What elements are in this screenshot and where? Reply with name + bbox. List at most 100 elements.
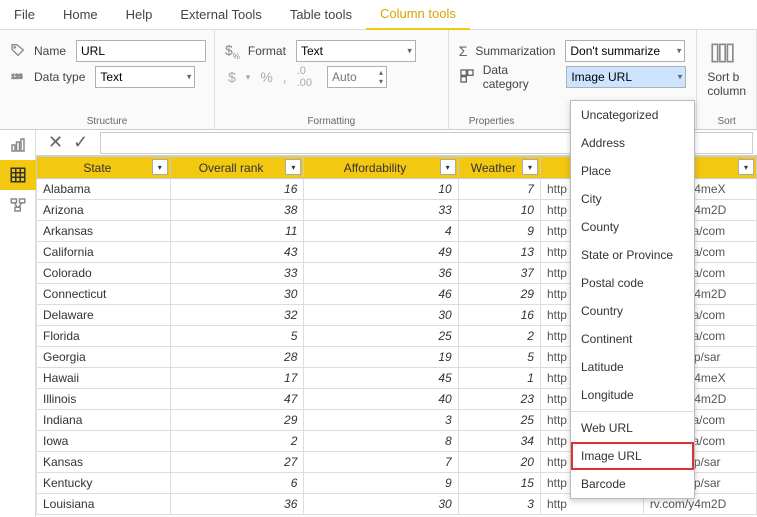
percent-icon[interactable]: % xyxy=(257,69,275,85)
column-header[interactable]: Affordability▾ xyxy=(304,157,458,179)
data-view-icon[interactable] xyxy=(0,160,36,190)
format-select[interactable] xyxy=(296,40,416,62)
cell-weather[interactable]: 3 xyxy=(458,494,540,515)
cell-weather[interactable]: 15 xyxy=(458,473,540,494)
cell-rank[interactable]: 32 xyxy=(170,305,304,326)
cell-aff[interactable]: 33 xyxy=(304,200,458,221)
cell-rank[interactable]: 6 xyxy=(170,473,304,494)
cell-state[interactable]: Georgia xyxy=(37,347,171,368)
dropdown-item-state-or-province[interactable]: State or Province xyxy=(571,241,694,269)
dropdown-item-city[interactable]: City xyxy=(571,185,694,213)
cell-state[interactable]: Colorado xyxy=(37,263,171,284)
cell-state[interactable]: Arizona xyxy=(37,200,171,221)
cell-weather[interactable]: 34 xyxy=(458,431,540,452)
menu-file[interactable]: File xyxy=(0,0,49,30)
dropdown-item-image-url[interactable]: Image URL xyxy=(571,442,694,470)
cell-weather[interactable]: 25 xyxy=(458,410,540,431)
dropdown-item-continent[interactable]: Continent xyxy=(571,325,694,353)
cell-rank[interactable]: 38 xyxy=(170,200,304,221)
cell-state[interactable]: Kentucky xyxy=(37,473,171,494)
cell-rank[interactable]: 27 xyxy=(170,452,304,473)
category-select[interactable] xyxy=(566,66,686,88)
chevron-down-icon[interactable]: ▾ xyxy=(243,72,254,83)
dropdown-item-address[interactable]: Address xyxy=(571,129,694,157)
dropdown-item-uncategorized[interactable]: Uncategorized xyxy=(571,101,694,129)
cell-weather[interactable]: 20 xyxy=(458,452,540,473)
cell-aff[interactable]: 19 xyxy=(304,347,458,368)
dropdown-item-country[interactable]: Country xyxy=(571,297,694,325)
cell-state[interactable]: Kansas xyxy=(37,452,171,473)
menu-home[interactable]: Home xyxy=(49,0,112,30)
name-input[interactable] xyxy=(76,40,206,62)
cell-aff[interactable]: 8 xyxy=(304,431,458,452)
cell-aff[interactable]: 3 xyxy=(304,410,458,431)
cell-rank[interactable]: 5 xyxy=(170,326,304,347)
cell-aff[interactable]: 30 xyxy=(304,494,458,515)
sort-icon[interactable] xyxy=(707,38,737,68)
cell-state[interactable]: Illinois xyxy=(37,389,171,410)
cell-state[interactable]: California xyxy=(37,242,171,263)
cell-state[interactable]: Hawaii xyxy=(37,368,171,389)
cell-state[interactable]: Delaware xyxy=(37,305,171,326)
cell-aff[interactable]: 25 xyxy=(304,326,458,347)
cell-weather[interactable]: 5 xyxy=(458,347,540,368)
filter-icon[interactable]: ▾ xyxy=(285,159,301,175)
cell-aff[interactable]: 45 xyxy=(304,368,458,389)
report-view-icon[interactable] xyxy=(0,130,36,160)
dropdown-item-place[interactable]: Place xyxy=(571,157,694,185)
cell-rank[interactable]: 16 xyxy=(170,179,304,200)
cell-aff[interactable]: 4 xyxy=(304,221,458,242)
filter-icon[interactable]: ▾ xyxy=(738,159,754,175)
commit-icon[interactable]: ✓ xyxy=(73,132,88,153)
cell-aff[interactable]: 40 xyxy=(304,389,458,410)
dropdown-item-web-url[interactable]: Web URL xyxy=(571,414,694,442)
cell-weather[interactable]: 9 xyxy=(458,221,540,242)
cell-weather[interactable]: 13 xyxy=(458,242,540,263)
menu-help[interactable]: Help xyxy=(112,0,167,30)
currency-icon[interactable]: $ xyxy=(225,69,239,85)
datatype-select[interactable] xyxy=(95,66,195,88)
cell-weather[interactable]: 37 xyxy=(458,263,540,284)
cell-state[interactable]: Indiana xyxy=(37,410,171,431)
cell-aff[interactable]: 7 xyxy=(304,452,458,473)
cell-rank[interactable]: 17 xyxy=(170,368,304,389)
cell-weather[interactable]: 29 xyxy=(458,284,540,305)
filter-icon[interactable]: ▾ xyxy=(440,159,456,175)
cell-rank[interactable]: 43 xyxy=(170,242,304,263)
cell-rank[interactable]: 11 xyxy=(170,221,304,242)
cancel-icon[interactable]: ✕ xyxy=(48,132,63,153)
cell-aff[interactable]: 49 xyxy=(304,242,458,263)
cell-rank[interactable]: 33 xyxy=(170,263,304,284)
cell-rank[interactable]: 47 xyxy=(170,389,304,410)
cell-weather[interactable]: 2 xyxy=(458,326,540,347)
summarization-select[interactable] xyxy=(565,40,685,62)
cell-weather[interactable]: 16 xyxy=(458,305,540,326)
cell-aff[interactable]: 10 xyxy=(304,179,458,200)
menu-column-tools[interactable]: Column tools xyxy=(366,0,470,30)
model-view-icon[interactable] xyxy=(0,190,36,220)
cell-aff[interactable]: 9 xyxy=(304,473,458,494)
cell-weather[interactable]: 10 xyxy=(458,200,540,221)
column-header[interactable]: State▾ xyxy=(37,157,171,179)
comma-icon[interactable]: , xyxy=(280,69,290,85)
cell-state[interactable]: Alabama xyxy=(37,179,171,200)
dropdown-item-longitude[interactable]: Longitude xyxy=(571,381,694,409)
dropdown-item-county[interactable]: County xyxy=(571,213,694,241)
cell-rank[interactable]: 36 xyxy=(170,494,304,515)
cell-rank[interactable]: 28 xyxy=(170,347,304,368)
cell-state[interactable]: Florida xyxy=(37,326,171,347)
decimal-icon[interactable]: .0.00 xyxy=(294,65,315,89)
cell-weather[interactable]: 7 xyxy=(458,179,540,200)
menu-table-tools[interactable]: Table tools xyxy=(276,0,366,30)
dropdown-item-postal-code[interactable]: Postal code xyxy=(571,269,694,297)
cell-rank[interactable]: 2 xyxy=(170,431,304,452)
cell-state[interactable]: Iowa xyxy=(37,431,171,452)
cell-state[interactable]: Louisiana xyxy=(37,494,171,515)
cell-rank[interactable]: 30 xyxy=(170,284,304,305)
cell-weather[interactable]: 23 xyxy=(458,389,540,410)
cell-state[interactable]: Connecticut xyxy=(37,284,171,305)
menu-external-tools[interactable]: External Tools xyxy=(166,0,275,30)
dropdown-item-barcode[interactable]: Barcode xyxy=(571,470,694,498)
cell-aff[interactable]: 46 xyxy=(304,284,458,305)
cell-aff[interactable]: 36 xyxy=(304,263,458,284)
